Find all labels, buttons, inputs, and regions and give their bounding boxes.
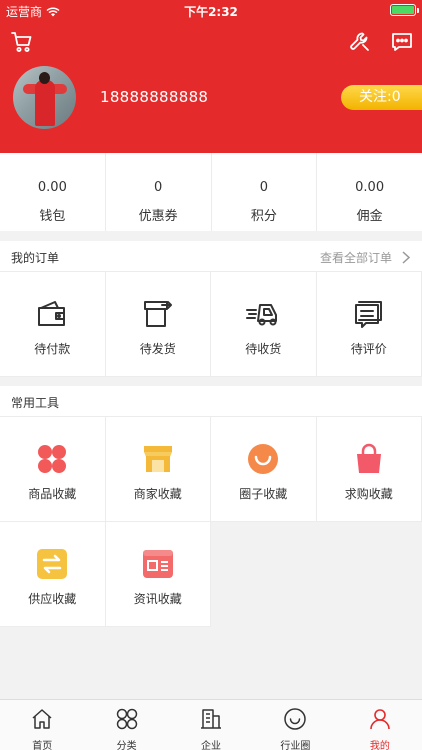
orders-title: 我的订单: [11, 251, 60, 265]
tab-label: 我的: [369, 741, 390, 750]
stat-value: 0: [259, 180, 269, 195]
tools-header: 常用工具: [0, 386, 422, 417]
cart-button[interactable]: [8, 28, 36, 56]
tools-row-1: 商品收藏 商家收藏 圈子收藏 求购收藏: [0, 417, 422, 522]
tool-purchase-favorites[interactable]: 求购收藏: [316, 417, 422, 522]
order-status-label: 待收货: [245, 342, 282, 356]
user-phone: 18888888888: [100, 88, 209, 106]
order-pending-receipt[interactable]: 待收货: [211, 272, 317, 377]
tab-mine[interactable]: 我的: [338, 700, 422, 750]
stat-label: 优惠券: [138, 209, 178, 224]
profile-header: 运营商 下午2:32 18888888888 关注:0: [0, 0, 422, 153]
tab-label: 企业: [201, 741, 222, 750]
order-status-label: 待发货: [139, 342, 176, 356]
wrench-icon: [350, 32, 369, 51]
tool-product-favorites[interactable]: 商品收藏: [0, 417, 106, 522]
tools-row-2: 供应收藏 资讯收藏: [0, 522, 422, 627]
wallet-icon: [38, 301, 66, 326]
tab-label: 首页: [32, 741, 53, 750]
tab-bar: 首页 分类 企业 行业圈 我的: [0, 699, 422, 750]
orders-header: 我的订单 查看全部订单: [0, 241, 422, 272]
tool-label: 求购收藏: [344, 487, 393, 501]
tool-label: 圈子收藏: [239, 487, 288, 501]
follow-badge[interactable]: 关注:0: [341, 85, 422, 110]
order-status-row: 待付款 待发货 待收货 待评价: [0, 272, 422, 377]
tab-label: 分类: [116, 741, 137, 750]
shop-icon: [143, 446, 172, 472]
tab-enterprise[interactable]: 企业: [169, 700, 253, 750]
tab-industry-circle[interactable]: 行业圈: [253, 700, 337, 750]
stat-label: 钱包: [39, 209, 66, 224]
order-pending-payment[interactable]: 待付款: [0, 272, 106, 377]
user-icon: [370, 709, 390, 730]
home-icon: [32, 709, 52, 729]
circle-icon: [284, 708, 307, 730]
truck-icon: [246, 304, 278, 326]
avatar[interactable]: [13, 66, 76, 129]
tab-label: 行业圈: [280, 741, 311, 750]
tool-shop-favorites[interactable]: 商家收藏: [105, 417, 211, 522]
tool-news-favorites[interactable]: 资讯收藏: [105, 522, 211, 627]
order-status-label: 待评价: [350, 342, 387, 356]
tools-title: 常用工具: [11, 396, 60, 410]
message-button[interactable]: [388, 28, 416, 56]
stat-wallet[interactable]: 0.00 钱包: [0, 153, 106, 231]
building-icon: [201, 709, 222, 729]
tool-label: 商家收藏: [133, 487, 182, 501]
battery-icon: [390, 4, 419, 16]
status-time: 下午2:32: [184, 5, 238, 19]
tool-label: 资讯收藏: [133, 592, 182, 606]
tool-supply-favorites[interactable]: 供应收藏: [0, 522, 106, 627]
stat-coupons[interactable]: 0 优惠券: [106, 153, 212, 231]
message-icon: [392, 33, 412, 51]
order-pending-review[interactable]: 待评价: [316, 272, 422, 377]
order-status-label: 待付款: [34, 342, 71, 356]
stat-value: 0.00: [355, 180, 385, 195]
swap-icon: [37, 549, 68, 579]
tab-category[interactable]: 分类: [84, 700, 168, 750]
view-all-orders-label: 查看全部订单: [319, 251, 392, 265]
stat-label: 积分: [250, 209, 277, 224]
account-stats: 0.00 钱包 0 优惠券 0 积分 0.00 佣金: [0, 153, 422, 231]
category-icon: [116, 708, 137, 730]
cart-icon: [11, 32, 32, 52]
view-all-orders-link[interactable]: 查看全部订单: [320, 249, 410, 266]
stat-value: 0.00: [37, 180, 67, 195]
clover-icon: [38, 445, 67, 473]
tool-label: 供应收藏: [28, 592, 77, 606]
chevron-right-icon: [402, 251, 410, 264]
status-bar: 运营商 下午2:32: [0, 0, 422, 22]
tool-circle-favorites[interactable]: 圈子收藏: [211, 417, 317, 522]
comment-icon: [354, 301, 382, 328]
tool-label: 商品收藏: [28, 487, 77, 501]
bag-icon: [356, 443, 381, 473]
tab-home[interactable]: 首页: [0, 700, 84, 750]
news-icon: [142, 550, 173, 578]
box-send-icon: [143, 301, 172, 327]
stat-label: 佣金: [356, 209, 383, 224]
stat-value: 0: [153, 180, 163, 195]
stat-commission[interactable]: 0.00 佣金: [317, 153, 422, 231]
order-pending-shipment[interactable]: 待发货: [105, 272, 211, 377]
stat-points[interactable]: 0 积分: [212, 153, 318, 231]
smile-icon: [248, 444, 279, 474]
settings-button[interactable]: [346, 28, 374, 56]
